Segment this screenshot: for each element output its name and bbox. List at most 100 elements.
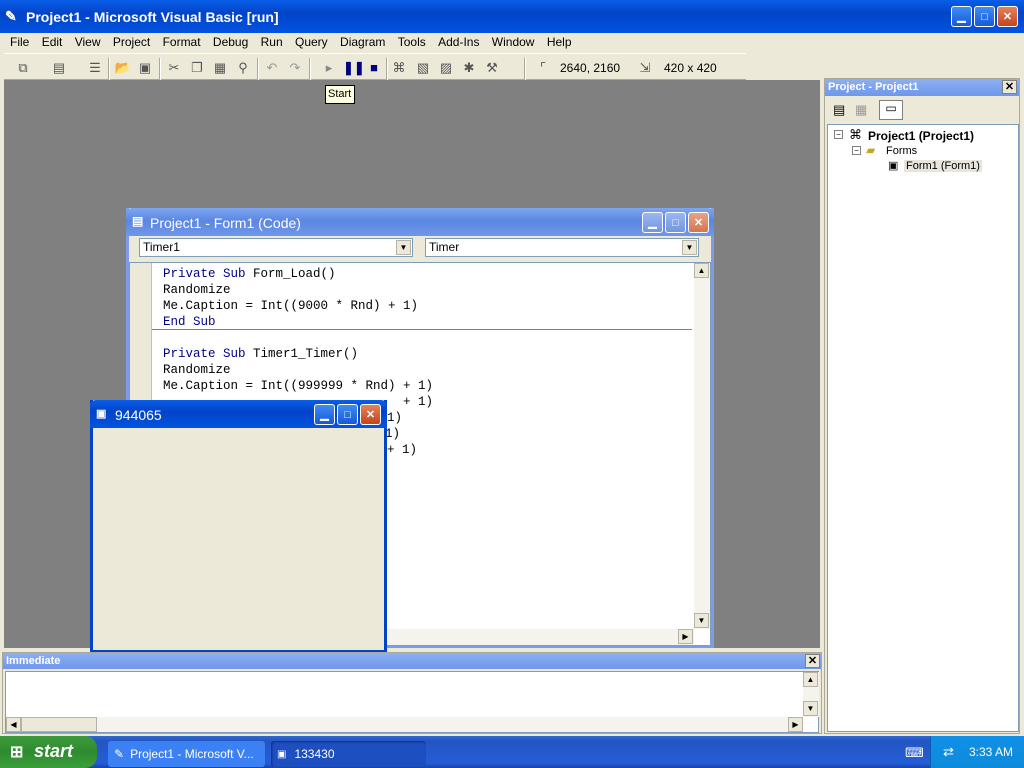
menu-debug[interactable]: Debug [213, 34, 248, 50]
form-caption: 944065 [115, 407, 162, 423]
form-icon: ▣ [96, 408, 107, 420]
scroll-up-button[interactable]: ▲ [694, 263, 709, 278]
code-line: 1) [385, 427, 401, 441]
menu-project[interactable]: Project [113, 34, 150, 50]
scroll-down-button[interactable]: ▼ [694, 613, 709, 628]
scroll-right-button[interactable]: ▶ [678, 629, 693, 644]
undo-icon[interactable]: ↶ [263, 59, 281, 77]
add-project-icon[interactable]: ⧉ [14, 59, 32, 77]
collapse-icon[interactable]: − [852, 146, 861, 155]
menu-editor-icon[interactable]: ☰ [86, 59, 104, 77]
object-combo[interactable]: Timer1 ▼ [139, 238, 413, 257]
find-icon[interactable]: ⚲ [234, 59, 252, 77]
collapse-icon[interactable]: − [834, 130, 843, 139]
immediate-vscroll[interactable]: ▲ ▼ [803, 672, 819, 717]
chevron-down-icon[interactable]: ▼ [682, 240, 697, 255]
menu-run[interactable]: Run [261, 34, 283, 50]
object-browser-icon[interactable]: ✱ [460, 59, 478, 77]
save-icon[interactable]: ▣ [136, 59, 154, 77]
keyboard-icon[interactable]: ⌨ [905, 745, 924, 761]
immediate-title: Immediate [3, 653, 821, 669]
start-icon[interactable]: ▸ [320, 59, 338, 77]
toggle-folders-icon[interactable]: ▭ [879, 100, 903, 120]
menu-file[interactable]: File [10, 34, 29, 50]
scroll-thumb[interactable] [21, 717, 97, 732]
form-maximize-button[interactable]: □ [337, 404, 358, 425]
scroll-left-button[interactable]: ◀ [6, 717, 21, 732]
menu-add-ins[interactable]: Add-Ins [438, 34, 479, 50]
minimize-button[interactable]: ▁ [951, 6, 972, 27]
paste-icon[interactable]: ▦ [211, 59, 229, 77]
immediate-window: Immediate ✕ ▲ ▼ ◀ ▶ [2, 652, 822, 734]
menu-format[interactable]: Format [163, 34, 201, 50]
code-close-button[interactable]: ✕ [688, 212, 709, 233]
menu-query[interactable]: Query [295, 34, 328, 50]
scroll-up-button[interactable]: ▲ [803, 672, 818, 687]
taskbar-item-form[interactable]: ▣ 133430 [271, 741, 426, 767]
toolbox-icon[interactable]: ⚒ [483, 59, 501, 77]
project-explorer-title-text: Project - Project1 [828, 81, 919, 93]
scroll-right-button[interactable]: ▶ [788, 717, 803, 732]
code-line: + 1) [403, 395, 434, 409]
menu-bar: File Edit View Project Format Debug Run … [10, 34, 1010, 52]
maximize-button[interactable]: □ [974, 6, 995, 27]
immediate-hscroll[interactable]: ◀ ▶ [6, 717, 803, 732]
code-line: Randomize [163, 363, 231, 377]
size-icon: ⇲ [639, 60, 651, 75]
immediate-text-area[interactable]: ▲ ▼ ◀ ▶ [5, 671, 819, 733]
clock: 3:33 AM [969, 745, 1014, 759]
end-icon[interactable]: ■ [365, 59, 383, 77]
project-explorer-icon[interactable]: ⌘ [390, 59, 408, 77]
form-close-button[interactable]: ✕ [360, 404, 381, 425]
menu-help[interactable]: Help [547, 34, 572, 50]
immediate-title-text: Immediate [6, 655, 61, 667]
tree-form1-item[interactable]: Form1 (Form1) [904, 160, 982, 172]
code-maximize-button[interactable]: □ [665, 212, 686, 233]
form-title-bar[interactable]: ▣ 944065 ▁ □ ✕ [90, 400, 387, 428]
code-minimize-button[interactable]: ▁ [642, 212, 663, 233]
redo-icon[interactable]: ↷ [286, 59, 304, 77]
taskbar: ⊞ start ✎ Project1 - Microsoft V... ▣ 13… [0, 736, 1024, 768]
taskbar-item-vb[interactable]: ✎ Project1 - Microsoft V... [108, 741, 265, 767]
form-layout-icon[interactable]: ▨ [437, 59, 455, 77]
tree-forms-folder[interactable]: Forms [886, 145, 917, 157]
code-line: Private Sub Timer1_Timer() [163, 347, 359, 361]
procedure-combo[interactable]: Timer ▼ [425, 238, 699, 257]
start-button[interactable]: ⊞ start [0, 736, 97, 768]
system-tray: ⇄ 3:33 AM [930, 736, 1024, 768]
code-line: Randomize [163, 283, 231, 297]
vertical-scrollbar[interactable]: ▲ ▼ [694, 263, 710, 629]
project-tree: − ⌘ Project1 (Project1) − ▰ Forms ▣ Form… [827, 124, 1019, 732]
menu-view[interactable]: View [75, 34, 101, 50]
standard-toolbar: ⧉ ▤ ☰ 📂 ▣ ✂ ❐ ▦ ⚲ ↶ ↷ ▸ ❚❚ ■ ⌘ ▧ ▨ ✱ ⚒ ⌜… [4, 53, 746, 80]
immediate-close-icon[interactable]: ✕ [805, 654, 820, 668]
close-button[interactable]: ✕ [997, 6, 1018, 27]
code-line: Me.Caption = Int((999999 * Rnd) + 1) [163, 379, 434, 393]
menu-tools[interactable]: Tools [398, 34, 426, 50]
properties-window-icon[interactable]: ▧ [414, 59, 432, 77]
form-icon: ▣ [277, 748, 287, 760]
cut-icon[interactable]: ✂ [165, 59, 183, 77]
form-minimize-button[interactable]: ▁ [314, 404, 335, 425]
taskbar-item-label: Project1 - Microsoft V... [130, 747, 254, 761]
window-title: Project1 - Microsoft Visual Basic [run] [26, 9, 279, 25]
menu-window[interactable]: Window [492, 34, 535, 50]
open-project-icon[interactable]: 📂 [114, 59, 132, 77]
project-explorer-close-icon[interactable]: ✕ [1002, 80, 1017, 94]
copy-icon[interactable]: ❐ [188, 59, 206, 77]
scroll-down-button[interactable]: ▼ [803, 701, 818, 716]
main-title-bar[interactable]: ✎ Project1 - Microsoft Visual Basic [run… [0, 0, 1024, 33]
view-object-icon[interactable]: ▦ [855, 102, 867, 118]
network-icon[interactable]: ⇄ [943, 744, 954, 760]
code-window-title-bar[interactable]: ▤ Project1 - Form1 (Code) ▁ □ ✕ [126, 208, 714, 236]
menu-diagram[interactable]: Diagram [340, 34, 385, 50]
taskbar-item-label: 133430 [294, 747, 335, 761]
menu-edit[interactable]: Edit [42, 34, 63, 50]
chevron-down-icon[interactable]: ▼ [396, 240, 411, 255]
project-explorer-title: Project - Project1 [825, 79, 1019, 96]
tree-project-root[interactable]: Project1 (Project1) [868, 129, 974, 143]
view-code-icon[interactable]: ▤ [833, 102, 845, 118]
add-form-icon[interactable]: ▤ [50, 59, 68, 77]
vb-app-icon: ✎ [5, 8, 17, 24]
break-icon[interactable]: ❚❚ [343, 59, 365, 77]
